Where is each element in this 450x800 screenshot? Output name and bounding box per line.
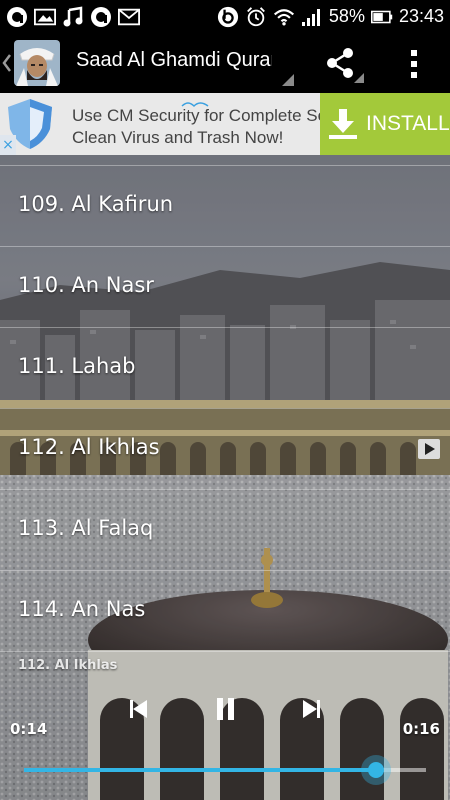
previous-icon	[130, 700, 147, 718]
track-title: 111. Lahab	[18, 354, 136, 378]
app-notification-icon	[6, 6, 28, 28]
alarm-icon	[245, 6, 267, 28]
beats-icon	[217, 6, 239, 28]
list-item[interactable]: 111. Lahab	[0, 328, 450, 409]
previous-button[interactable]	[121, 692, 155, 726]
ad-line-2: Clean Virus and Trash Now!	[72, 128, 284, 147]
overflow-menu-button[interactable]	[402, 47, 426, 81]
track-title: 109. Al Kafirun	[18, 192, 174, 216]
list-item[interactable]: 110. An Nasr	[0, 247, 450, 328]
ad-tag-icon	[180, 93, 210, 108]
overflow-menu-icon	[411, 50, 417, 78]
mail-icon	[118, 6, 140, 28]
share-icon	[327, 48, 364, 83]
pause-icon	[217, 698, 234, 720]
dropdown-corner-icon	[282, 71, 294, 86]
battery-icon	[370, 6, 393, 28]
status-bar: 58% 23:43	[0, 0, 450, 33]
install-button[interactable]: INSTALL	[320, 93, 450, 155]
ad-line-1: Use CM Security for Complete Security.	[72, 106, 322, 125]
seek-thumb[interactable]	[360, 754, 392, 786]
ad-banner[interactable]: Use CM Security for Complete Security. C…	[0, 93, 450, 155]
ad-close-button[interactable]: ×	[0, 135, 16, 155]
clock: 23:43	[398, 6, 444, 26]
seek-bar[interactable]	[24, 755, 426, 785]
chevron-left-icon[interactable]	[2, 51, 12, 75]
track-title: 113. Al Falaq	[18, 516, 154, 540]
list-item[interactable]: 109. Al Kafirun	[0, 166, 450, 247]
list-item-playing[interactable]: 112. Al Ikhlas	[0, 409, 450, 490]
image-icon	[34, 6, 56, 28]
now-playing-title: 112. Al Ikhlas	[18, 658, 118, 673]
install-label: INSTALL	[366, 112, 450, 135]
action-bar: Saad Al Ghamdi Quran	[0, 33, 450, 93]
track-title: 114. An Nas	[18, 597, 146, 621]
list-item[interactable]: 114. An Nas	[0, 571, 450, 652]
notification-icons	[0, 6, 140, 28]
track-title: 110. An Nasr	[18, 273, 154, 297]
list-item[interactable]: 113. Al Falaq	[0, 490, 450, 571]
now-playing-icon	[418, 439, 440, 459]
battery-percent: 58%	[328, 6, 365, 26]
ad-text[interactable]: Use CM Security for Complete Security. C…	[72, 105, 322, 149]
next-button[interactable]	[295, 692, 329, 726]
signal-icon	[301, 6, 323, 28]
total-duration: 0:16	[402, 720, 440, 738]
wifi-icon	[273, 6, 295, 28]
app-logo[interactable]	[14, 40, 60, 86]
share-button[interactable]	[322, 45, 366, 85]
track-title: 112. Al Ikhlas	[18, 435, 160, 459]
system-icons: 58% 23:43	[217, 0, 444, 33]
download-icon	[329, 109, 357, 139]
player-controls	[0, 692, 450, 726]
app-title[interactable]: Saad Al Ghamdi Quran	[76, 49, 272, 79]
music-icon	[62, 6, 84, 28]
next-icon	[303, 700, 320, 718]
seek-progress	[24, 768, 376, 772]
app-notification-icon	[90, 6, 112, 28]
pause-button[interactable]	[208, 692, 242, 726]
elapsed-time: 0:14	[10, 720, 48, 738]
track-list: 109. Al Kafirun 110. An Nasr 111. Lahab …	[0, 166, 450, 652]
